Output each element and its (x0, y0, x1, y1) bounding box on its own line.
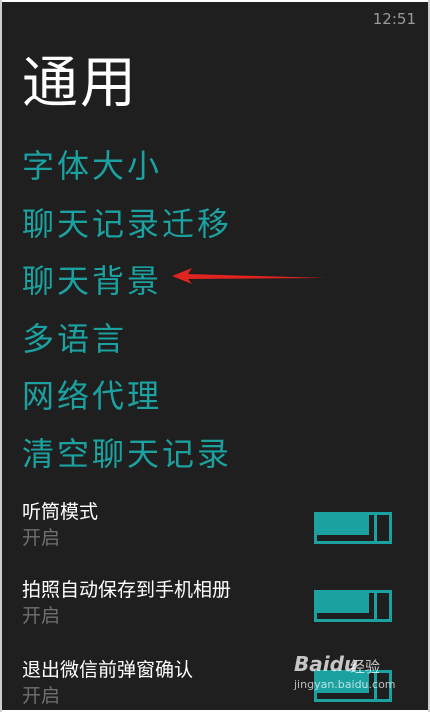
watermark-text: 经验 (350, 658, 381, 676)
toggle-fill (317, 515, 369, 535)
earpiece-mode-toggle[interactable] (314, 512, 392, 544)
menu-item-network-proxy[interactable]: 网络代理 (22, 372, 232, 430)
menu-item-language[interactable]: 多语言 (22, 315, 232, 373)
setting-auto-save-photos: 拍照自动保存到手机相册 开启 (22, 574, 408, 638)
menu-item-clear-chat-history[interactable]: 清空聊天记录 (22, 430, 232, 488)
auto-save-photos-toggle[interactable] (314, 590, 392, 622)
toggle-knob[interactable] (374, 590, 392, 622)
watermark-brand: Baidu (294, 652, 359, 676)
menu-item-chat-history-migration[interactable]: 聊天记录迁移 (22, 200, 232, 258)
settings-menu: 字体大小 聊天记录迁移 聊天背景 多语言 网络代理 清空聊天记录 (22, 142, 232, 487)
status-bar-time: 12:51 (372, 10, 416, 28)
settings-screen: 12:51 通用 字体大小 聊天记录迁移 聊天背景 多语言 网络代理 清空聊天记… (2, 2, 428, 710)
toggle-knob[interactable] (374, 512, 392, 544)
watermark-url: jingyan.baidu.com (294, 678, 396, 691)
toggle-fill (317, 593, 369, 613)
menu-item-font-size[interactable]: 字体大小 (22, 142, 232, 200)
page-title: 通用 (22, 51, 138, 116)
setting-earpiece-mode: 听筒模式 开启 (22, 496, 408, 560)
baidu-jingyan-watermark: Baidu 经验 jingyan.baidu.com (294, 652, 406, 696)
red-arrow-annotation-icon (172, 268, 326, 284)
